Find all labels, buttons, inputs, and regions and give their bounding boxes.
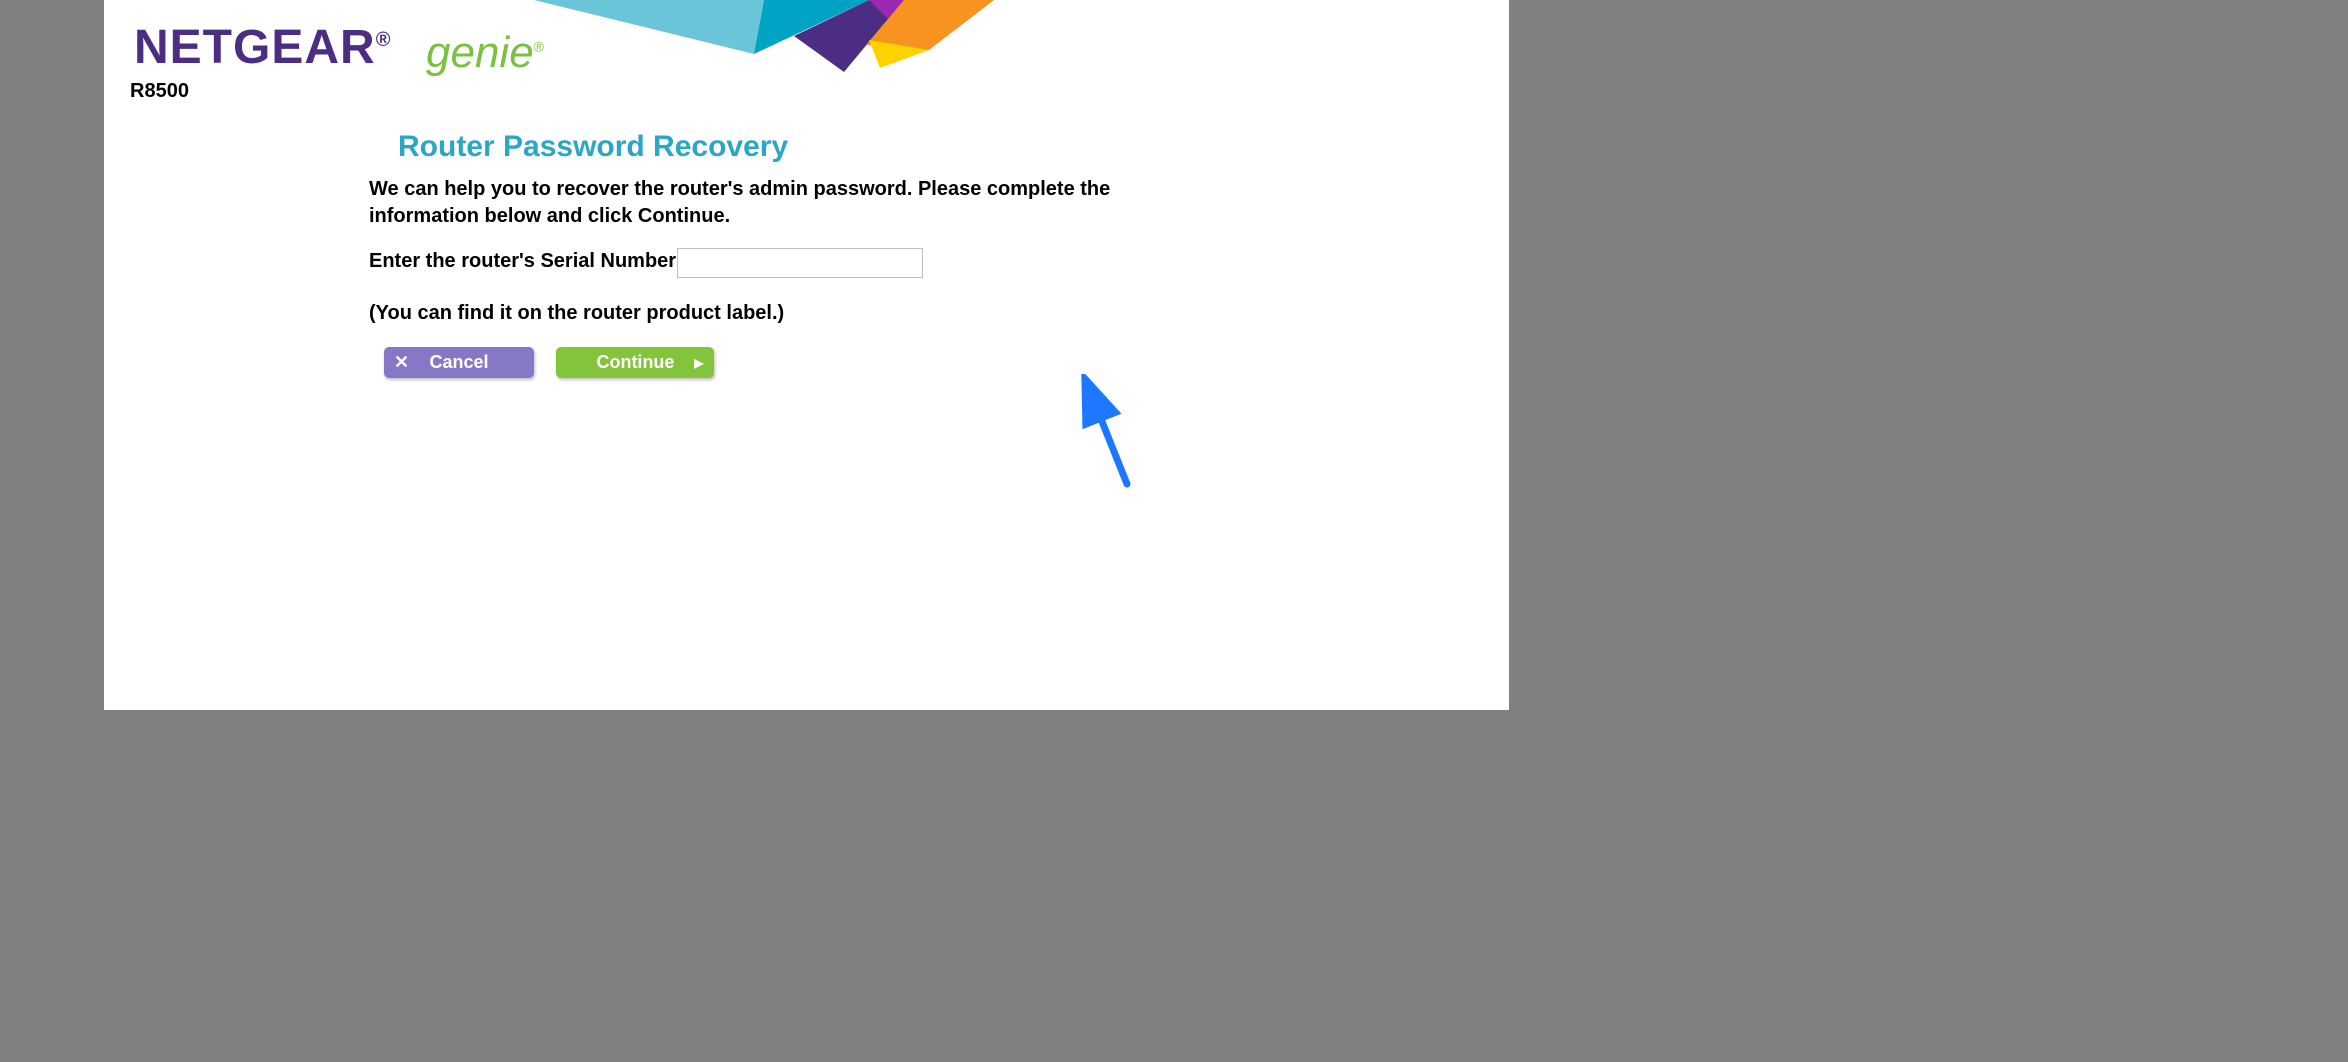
serial-number-row: Enter the router's Serial Number xyxy=(369,248,1249,278)
model-number: R8500 xyxy=(130,80,189,103)
serial-number-input[interactable] xyxy=(677,248,923,278)
cancel-button[interactable]: ✕ Cancel xyxy=(384,347,534,378)
subbrand-name: genie xyxy=(426,28,534,77)
header: NETGEAR® genie® R8500 xyxy=(104,0,1509,100)
page-description: We can help you to recover the router's … xyxy=(369,176,1219,230)
serial-hint: (You can find it on the router product l… xyxy=(369,302,1249,325)
brand-name: NETGEAR xyxy=(134,21,376,74)
continue-button[interactable]: Continue ▶ xyxy=(556,347,714,378)
page-title: Router Password Recovery xyxy=(398,130,1249,164)
continue-button-label: Continue xyxy=(596,352,674,373)
brand-logo-genie: genie® xyxy=(426,28,544,78)
decorative-geometric-icon xyxy=(534,0,994,75)
arrow-right-icon: ▶ xyxy=(694,356,703,370)
page-container: NETGEAR® genie® R8500 Router Password Re… xyxy=(104,0,1509,710)
registered-symbol: ® xyxy=(376,29,392,51)
brand-logo-netgear: NETGEAR® xyxy=(134,20,391,75)
annotation-arrow-icon xyxy=(1079,374,1139,489)
serial-number-label: Enter the router's Serial Number xyxy=(369,250,676,273)
content-area: Router Password Recovery We can help you… xyxy=(369,130,1249,378)
close-icon: ✕ xyxy=(394,352,409,373)
button-row: ✕ Cancel Continue ▶ xyxy=(384,347,1249,378)
cancel-button-label: Cancel xyxy=(429,352,488,373)
